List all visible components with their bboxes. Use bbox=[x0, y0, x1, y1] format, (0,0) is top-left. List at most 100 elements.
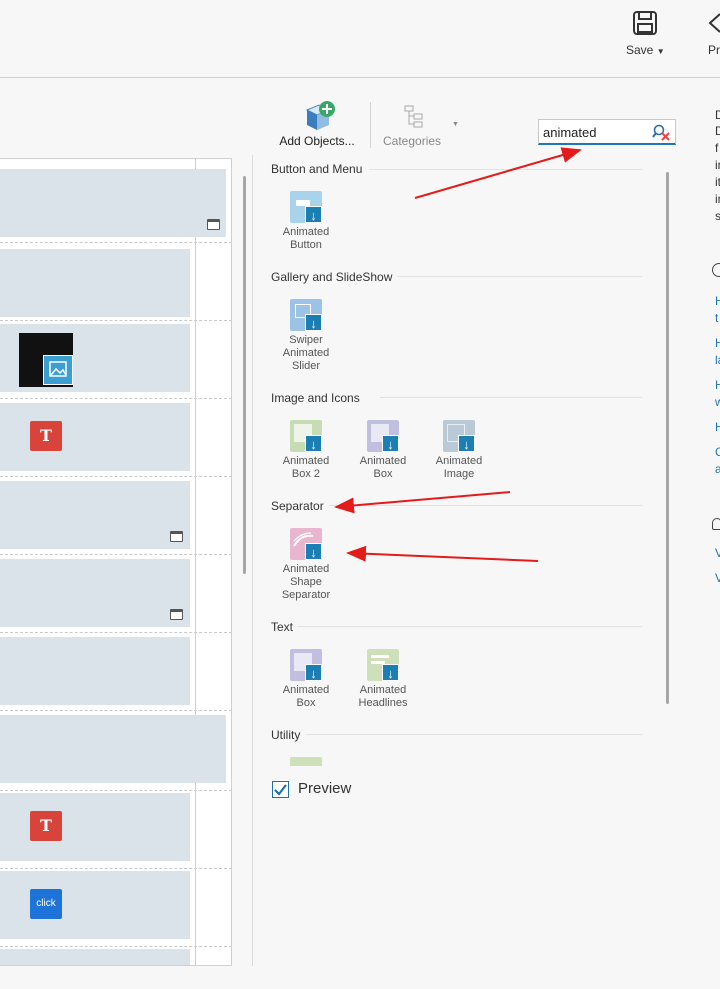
object-label: Animated Box bbox=[359, 455, 407, 480]
category-title: Gallery and SlideShow bbox=[271, 270, 393, 284]
object-label: Animated Box bbox=[282, 684, 330, 709]
object-label: Animated Headlines bbox=[358, 684, 408, 709]
object-label: Animated Image bbox=[435, 455, 483, 480]
window-icon bbox=[207, 219, 220, 230]
image-icon bbox=[43, 355, 73, 385]
help-link[interactable]: t bbox=[715, 311, 718, 325]
objects-scrollbar[interactable] bbox=[666, 172, 669, 704]
add-objects-icon bbox=[305, 101, 335, 130]
category-divider bbox=[369, 169, 642, 170]
download-icon: ↓ bbox=[305, 543, 322, 560]
utility-item-partial[interactable] bbox=[290, 757, 322, 766]
chevron-down-icon: ▼ bbox=[656, 47, 665, 56]
help-link[interactable]: V bbox=[715, 571, 720, 585]
add-objects-button[interactable]: Add Objects... bbox=[277, 100, 357, 148]
category-divider bbox=[297, 626, 642, 627]
list-item[interactable] bbox=[0, 159, 231, 243]
download-icon: ↓ bbox=[458, 435, 475, 452]
text-object-icon: T bbox=[30, 421, 62, 451]
help-link[interactable]: w bbox=[715, 395, 720, 409]
help-link[interactable]: H bbox=[715, 294, 720, 308]
help-link[interactable]: a bbox=[715, 462, 720, 476]
category-title: Separator bbox=[271, 499, 324, 513]
help-text-line: s bbox=[715, 209, 720, 223]
help-text-line: it bbox=[715, 175, 720, 189]
checkbox-icon[interactable] bbox=[272, 781, 289, 798]
help-link[interactable]: C bbox=[715, 445, 720, 459]
list-item[interactable] bbox=[0, 477, 231, 555]
window-icon bbox=[170, 531, 183, 542]
object-label: Animated Button bbox=[282, 226, 330, 251]
preview-label: Preview bbox=[298, 780, 352, 797]
download-icon: ↓ bbox=[305, 206, 322, 223]
object-item-animated-shape-separator[interactable]: ↓ Animated Shape Separator bbox=[271, 528, 341, 602]
list-item[interactable]: click bbox=[0, 869, 231, 947]
click-button-icon: click bbox=[30, 889, 62, 919]
object-item-animated-button[interactable]: ↓ Animated Button bbox=[271, 191, 341, 252]
categories-label: Categories bbox=[383, 134, 442, 148]
categories-dropdown-icon: ▼ bbox=[452, 121, 459, 128]
categories-button[interactable]: Categories ▼ bbox=[383, 104, 459, 148]
object-item-animated-box-2[interactable]: ↓ Animated Box 2 bbox=[271, 420, 341, 481]
object-item-text-animated-box[interactable]: ↓ Animated Box bbox=[271, 649, 341, 710]
search-field[interactable] bbox=[538, 119, 676, 145]
help-text-line: D bbox=[715, 108, 720, 122]
list-item[interactable] bbox=[0, 243, 231, 321]
list-item[interactable] bbox=[0, 711, 231, 791]
help-section-icon bbox=[712, 263, 720, 277]
main-toolbar: Save ▼ Pr bbox=[0, 0, 720, 78]
list-item[interactable]: T bbox=[0, 399, 231, 477]
category-title: Image and Icons bbox=[271, 391, 360, 405]
category-title: Button and Menu bbox=[271, 162, 363, 176]
help-text-line: D bbox=[715, 124, 720, 138]
object-label: Animated Box 2 bbox=[282, 455, 330, 480]
download-icon: ↓ bbox=[382, 664, 399, 681]
chevron-left-icon bbox=[708, 13, 720, 33]
window-icon bbox=[170, 609, 183, 620]
text-object-icon: T bbox=[30, 811, 62, 841]
user-icon bbox=[712, 518, 720, 530]
list-item[interactable] bbox=[0, 947, 231, 965]
page-layout-list: T T click bbox=[0, 158, 232, 966]
list-item[interactable] bbox=[0, 321, 231, 399]
help-link[interactable]: H bbox=[715, 336, 720, 350]
objects-panel: Button and Menu ↓ Animated Button Galler… bbox=[253, 155, 676, 766]
search-input[interactable] bbox=[543, 124, 653, 141]
category-divider bbox=[329, 505, 642, 506]
help-text-line: f bbox=[715, 141, 719, 155]
object-item-animated-box[interactable]: ↓ Animated Box bbox=[348, 420, 418, 481]
object-item-animated-image[interactable]: ↓ Animated Image bbox=[424, 420, 494, 481]
object-item-animated-headlines[interactable]: ↓ Animated Headlines bbox=[348, 649, 418, 710]
download-icon: ↓ bbox=[305, 314, 322, 331]
download-icon: ↓ bbox=[305, 435, 322, 452]
help-link[interactable]: la bbox=[715, 353, 720, 367]
download-icon: ↓ bbox=[305, 664, 322, 681]
category-title: Text bbox=[271, 620, 294, 634]
category-divider bbox=[380, 397, 642, 398]
save-icon bbox=[633, 11, 658, 35]
save-button[interactable]: Save ▼ bbox=[626, 10, 665, 57]
download-icon: ↓ bbox=[382, 435, 399, 452]
preview-menu-label: Pr bbox=[708, 43, 720, 57]
object-item-swiper-animated-slider[interactable]: ↓ Swiper Animated Slider bbox=[271, 299, 341, 373]
category-divider bbox=[306, 734, 642, 735]
help-text-line: in bbox=[715, 158, 720, 172]
object-label: Animated Shape Separator bbox=[281, 563, 331, 601]
categories-tree-icon bbox=[404, 105, 423, 128]
help-text-line: in bbox=[715, 192, 720, 206]
add-objects-label: Add Objects... bbox=[279, 134, 355, 148]
list-item[interactable]: T bbox=[0, 791, 231, 869]
left-scrollbar[interactable] bbox=[243, 176, 246, 574]
help-link[interactable]: V bbox=[715, 546, 720, 560]
help-link[interactable]: H bbox=[715, 378, 720, 392]
clear-search-icon[interactable] bbox=[652, 123, 672, 141]
toolbar-divider bbox=[370, 102, 371, 148]
category-divider bbox=[397, 276, 642, 277]
object-label: Swiper Animated Slider bbox=[282, 334, 330, 372]
category-title: Utility bbox=[271, 728, 301, 742]
help-link[interactable]: H bbox=[715, 420, 720, 434]
save-label: Save bbox=[626, 43, 654, 57]
list-item[interactable] bbox=[0, 555, 231, 633]
preview-menu-button[interactable]: Pr bbox=[706, 10, 720, 57]
list-item[interactable] bbox=[0, 633, 231, 711]
